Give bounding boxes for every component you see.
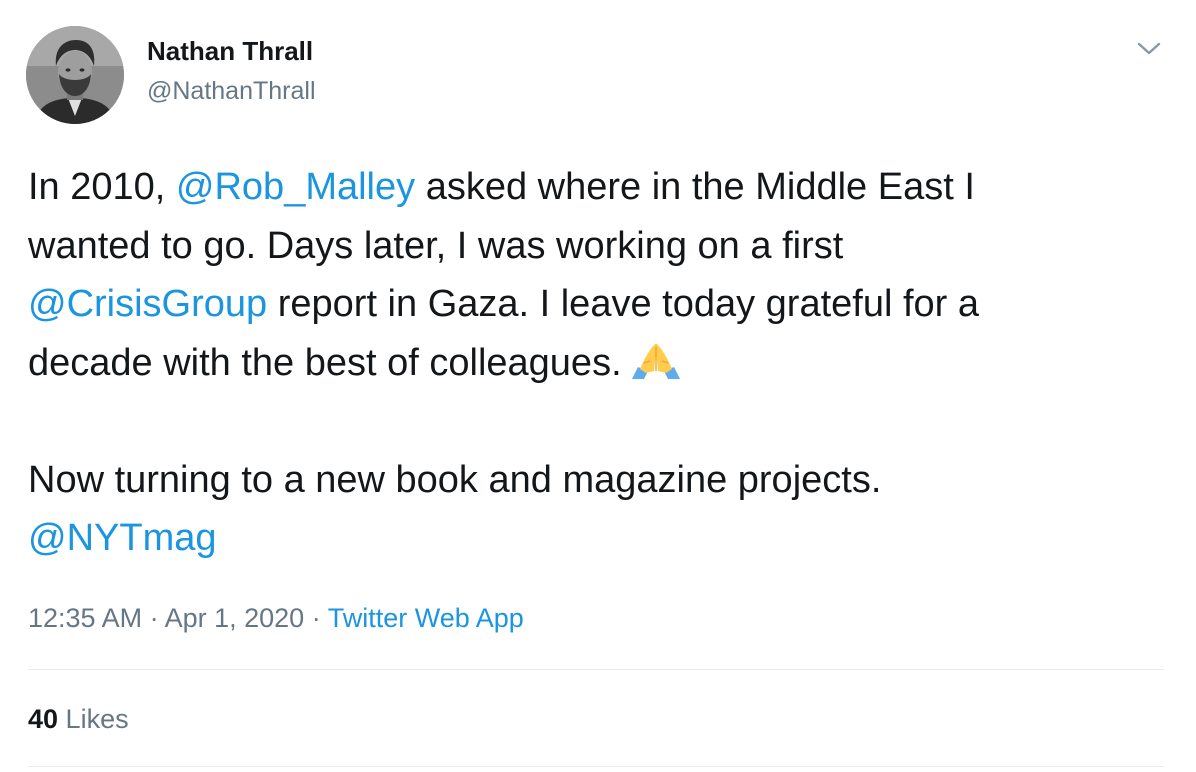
tweet-line: Now turning to a new book and magazine p…	[28, 458, 882, 501]
meta-separator: ·	[142, 603, 165, 633]
tweet-line: In 2010, @Rob_Malley asked where in the …	[28, 158, 1168, 217]
likes-stat[interactable]: 40 Likes	[28, 704, 129, 735]
tweet-text: In 2010, @Rob_Malley asked where in the …	[28, 158, 1168, 568]
tweet-line: decade with the best of colleagues.	[28, 334, 1168, 393]
mention-crisis-group[interactable]: @CrisisGroup	[28, 283, 267, 325]
avatar[interactable]	[26, 26, 124, 124]
tweet-date[interactable]: Apr 1, 2020	[165, 603, 305, 633]
mention-rob-malley[interactable]: @Rob_Malley	[176, 166, 415, 208]
author-name[interactable]: Nathan Thrall	[147, 36, 313, 67]
divider	[28, 766, 1164, 767]
tweet-card: Nathan Thrall @NathanThrall In 2010, @Ro…	[0, 0, 1196, 772]
mention-nytmag[interactable]: @NYTmag	[28, 517, 217, 559]
tweet-text-segment: In 2010,	[28, 166, 176, 208]
tweet-text-segment: decade with the best of colleagues.	[28, 341, 622, 384]
tweet-line: @CrisisGroup report in Gaza. I leave tod…	[28, 275, 1168, 334]
likes-label: Likes	[58, 704, 129, 734]
tweet-time[interactable]: 12:35 AM	[28, 603, 142, 633]
author-handle[interactable]: @NathanThrall	[147, 77, 316, 106]
likes-count: 40	[28, 704, 59, 734]
tweet-text-segment: asked where in the Middle East I	[415, 166, 975, 208]
meta-separator: ·	[304, 603, 328, 633]
avatar-photo	[26, 26, 124, 124]
tweet-line: wanted to go. Days later, I was working …	[28, 224, 844, 267]
tweet-text-segment: report in Gaza. I leave today grateful f…	[267, 283, 980, 325]
folded-hands-icon	[628, 340, 684, 399]
chevron-down-icon[interactable]	[1134, 36, 1164, 62]
tweet-line: @NYTmag	[28, 509, 1168, 568]
tweet-meta: 12:35 AM · Apr 1, 2020 · Twitter Web App	[28, 603, 524, 634]
divider	[28, 669, 1164, 670]
tweet-source-link[interactable]: Twitter Web App	[328, 603, 524, 633]
